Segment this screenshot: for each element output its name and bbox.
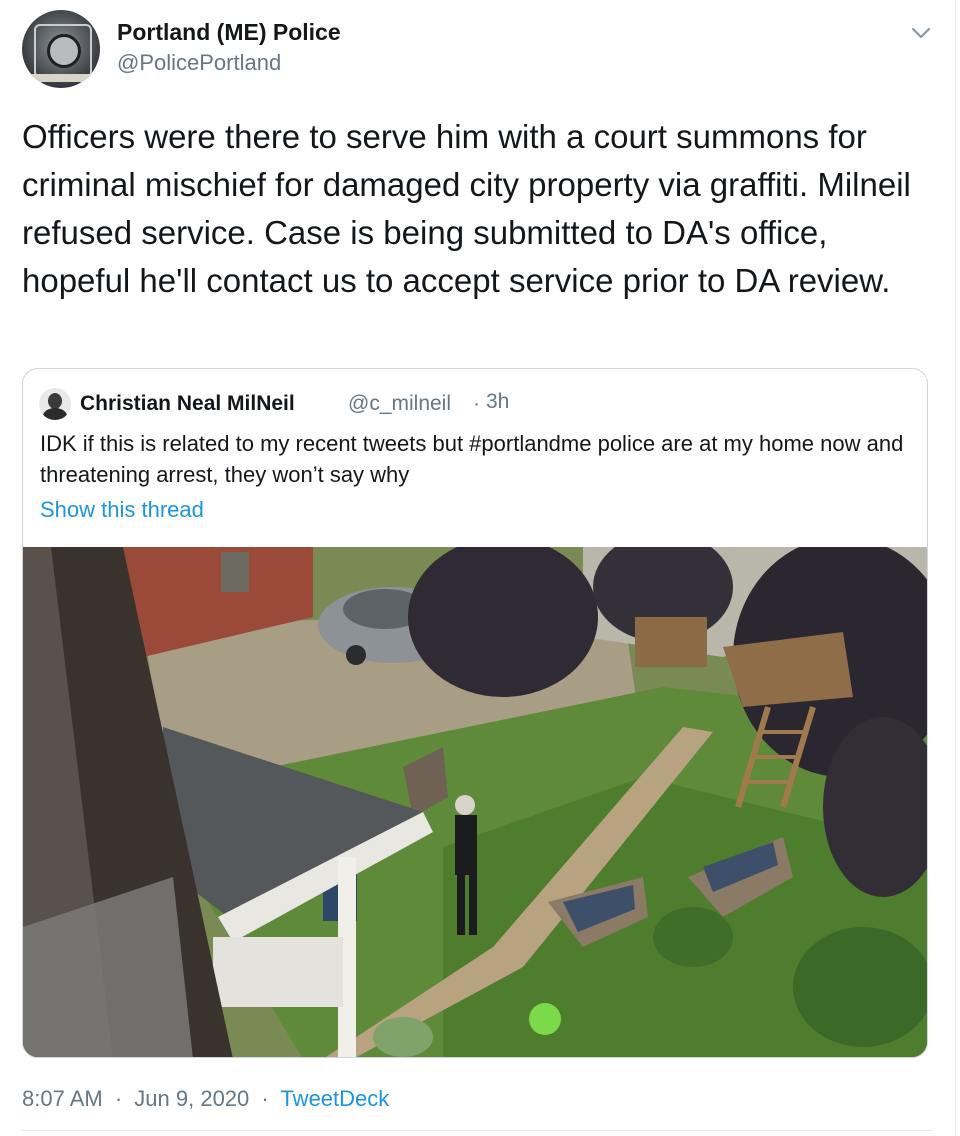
- meta-separator: ·: [114, 1086, 123, 1111]
- author-display-name[interactable]: Portland (ME) Police: [117, 19, 341, 46]
- quoted-tweet-text: IDK if this is related to my recent twee…: [40, 431, 904, 487]
- author-handle[interactable]: @PolicePortland: [117, 50, 281, 76]
- tweet-source-link[interactable]: TweetDeck: [280, 1086, 389, 1111]
- police-badge-avatar[interactable]: [22, 10, 100, 88]
- quoted-separator: ·: [473, 392, 480, 415]
- quoted-author-name: Christian Neal MilNeil: [80, 392, 295, 415]
- bottom-divider: [22, 1130, 932, 1131]
- quoted-tweet-card[interactable]: Christian Neal MilNeil @c_milneil · 3h I…: [22, 368, 928, 1058]
- quoted-author-handle: @c_milneil: [348, 392, 452, 415]
- quoted-time: 3h: [486, 390, 510, 413]
- tweet-timestamp[interactable]: 8:07 AM: [22, 1086, 103, 1111]
- show-thread-link[interactable]: Show this thread: [40, 497, 204, 523]
- tweet-meta: 8:07 AM · Jun 9, 2020 · TweetDeck: [22, 1086, 389, 1112]
- meta-separator: ·: [261, 1086, 269, 1111]
- chevron-down-icon[interactable]: [910, 22, 932, 44]
- aerial-yard-photo[interactable]: [23, 547, 928, 1058]
- tweet-text: Officers were there to serve him with a …: [22, 118, 911, 299]
- person-avatar[interactable]: [39, 388, 71, 420]
- right-divider: [955, 0, 956, 1136]
- tweet-date[interactable]: Jun 9, 2020: [134, 1086, 249, 1111]
